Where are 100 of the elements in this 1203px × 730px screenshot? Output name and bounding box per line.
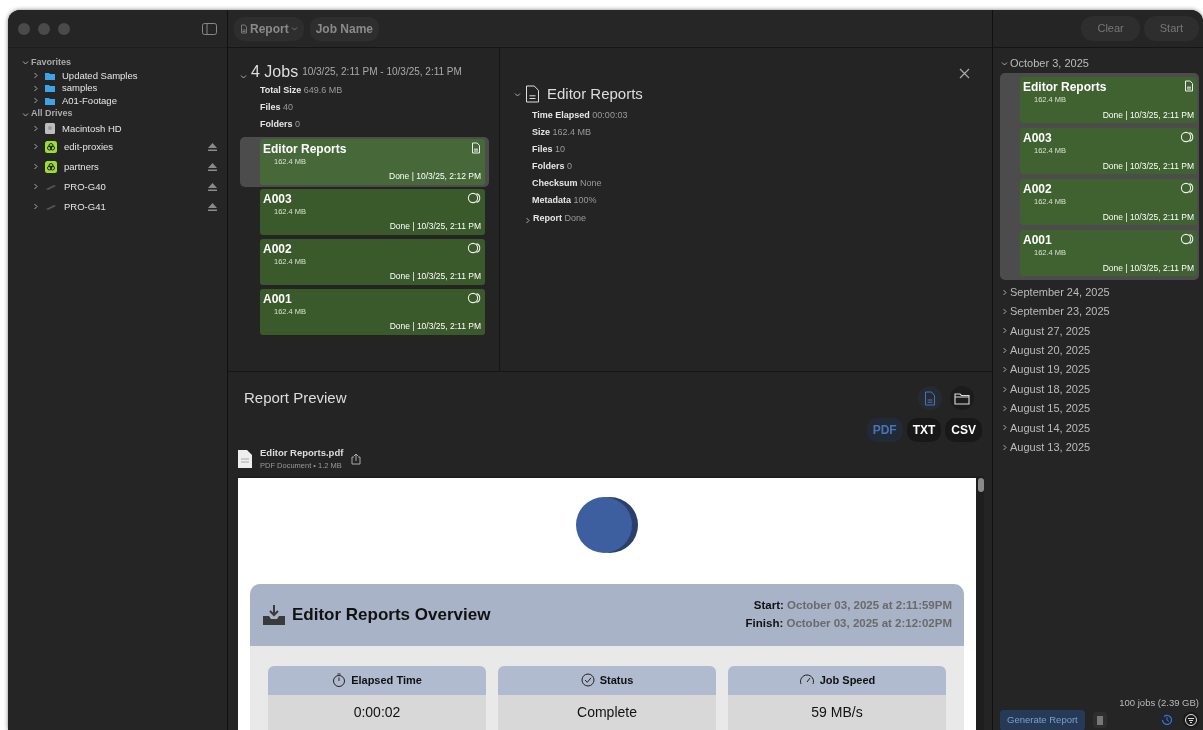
chevron-icon[interactable] [1001,443,1008,451]
close-icon[interactable] [959,68,970,79]
chevron-icon[interactable] [32,163,39,171]
metric-header: Elapsed Time [268,665,486,695]
details-title: Editor Reports [547,84,643,104]
sidebar-toggle-icon[interactable] [202,22,217,35]
chevron-icon[interactable] [1001,424,1008,432]
report-menu[interactable]: Report [234,16,304,41]
sidebar-item[interactable]: Macintosh HD [8,120,227,137]
circles-icon [1180,131,1194,144]
chevron-icon[interactable] [1001,288,1008,296]
chevron-icon[interactable] [32,203,39,211]
chevron-icon[interactable] [1001,366,1008,374]
sidebar-item[interactable]: PRO-G40 [8,176,227,197]
circles-icon [467,292,481,304]
chevron-icon[interactable] [524,216,531,224]
detail-row-text: Size 162.4 MB [531,125,593,139]
hard-drive-icon [45,123,55,135]
chevron-icon[interactable] [32,183,39,191]
chevron-icon[interactable] [1001,385,1008,393]
sidebar-item[interactable]: partners [8,156,227,177]
date-group-header[interactable]: August 15, 2025 [993,398,1203,419]
date-group-header[interactable]: August 18, 2025 [993,379,1203,399]
chevron-icon[interactable] [240,73,247,80]
chevron-icon[interactable] [1001,307,1008,315]
chevron-icon[interactable] [514,90,521,98]
metric-value: 0:00:02 [268,694,486,730]
date-group-header[interactable]: August 27, 2025 [993,321,1203,341]
jobs-heading: 4 Jobs [251,64,299,80]
chevron-icon[interactable] [1001,60,1008,68]
generate-report-button[interactable]: Generate Report [1000,710,1085,730]
network-drive-icon [45,160,57,173]
preview-title: Report Preview [244,387,347,408]
date-group-header[interactable]: August 14, 2025 [993,418,1203,438]
chevron-icon[interactable] [22,59,29,67]
window-control[interactable] [18,22,30,35]
job-name-field[interactable]: Job Name [309,16,380,41]
chevron-icon[interactable] [1001,346,1008,354]
eject-icon[interactable] [208,182,217,191]
metric-header: Job Speed [728,665,946,695]
history-icon[interactable] [1159,712,1175,729]
job-status: Done | 10/3/25, 2:11 PM [1101,159,1194,173]
inbox-download-icon [262,603,286,626]
folder-icon [954,391,970,405]
overview-title: Editor Reports Overview [292,603,492,626]
date-group-header[interactable]: September 23, 2025 [993,301,1203,322]
sidebar-item[interactable]: PRO-G41 [8,196,227,217]
document-icon [240,23,248,34]
job-stat: Folders 0 [259,118,302,131]
speedometer-icon [798,673,815,687]
date-range: 10/3/25, 2:11 PM - 10/3/25, 2:11 PM [302,65,462,79]
chevron-icon[interactable] [290,25,298,32]
detail-row-text: Folders 0 [531,160,574,174]
network-drive-icon [45,140,57,153]
folder-view-button[interactable] [950,386,974,410]
job-status: Done | 10/3/25, 2:11 PM [1101,261,1194,275]
document-icon [525,85,540,104]
detail-row-text: Files 10 [531,142,567,156]
section-header: All Drives [31,107,73,121]
logo-icon [574,495,640,554]
date-group-header[interactable]: October 3, 2025 [993,54,1203,74]
eject-icon[interactable] [208,202,217,211]
detail-row-text: Metadata 100% [531,194,598,208]
document-icon [924,390,936,406]
format-tab[interactable]: CSV [945,418,982,442]
job-status: Done | 10/3/25, 2:12 PM [388,170,481,183]
sidebar-item[interactable]: samples [8,82,227,95]
sidebar-item[interactable]: A01-Footage [8,94,227,108]
sidebar-item[interactable]: edit-proxies [8,136,227,157]
document-view-button[interactable] [918,386,942,410]
document-icon [1184,80,1194,93]
circles-icon [467,242,481,254]
format-tab[interactable]: TXT [906,418,942,442]
window-control[interactable] [38,22,50,35]
chevron-icon[interactable] [22,110,29,118]
date-group-header[interactable]: August 13, 2025 [993,437,1203,457]
stopwatch-icon [332,673,347,687]
sidebar-item[interactable]: Updated Samples [8,69,227,83]
share-icon[interactable] [351,452,362,465]
metric-value: Complete [498,694,716,730]
metric-header: Status [498,665,716,695]
job-stat: Total Size 649.6 MB [259,84,344,97]
timestamp-line: Finish: October 03, 2025 at 2:12:02PM [745,615,952,631]
eject-icon[interactable] [208,162,217,171]
job-status: Done | 10/3/25, 2:11 PM [388,270,481,283]
date-group-header[interactable]: August 20, 2025 [993,340,1203,360]
date-group-header[interactable]: September 24, 2025 [993,282,1203,302]
date-group-header[interactable]: August 19, 2025 [993,359,1203,380]
metric-value: 59 MB/s [728,694,946,730]
chevron-icon[interactable] [1001,327,1008,335]
chevron-icon[interactable] [32,143,39,151]
chevron-icon[interactable] [32,125,39,133]
timestamp-line: Start: October 03, 2025 at 2:11:59PM [752,598,952,614]
window-control[interactable] [58,22,70,35]
job-status: Done | 10/3/25, 2:11 PM [388,320,481,333]
eject-icon[interactable] [208,142,217,151]
filter-icon[interactable] [1183,712,1199,729]
job-status: Done | 10/3/25, 2:11 PM [1101,210,1194,224]
chevron-icon[interactable] [1001,404,1008,412]
circles-icon [1180,233,1194,246]
